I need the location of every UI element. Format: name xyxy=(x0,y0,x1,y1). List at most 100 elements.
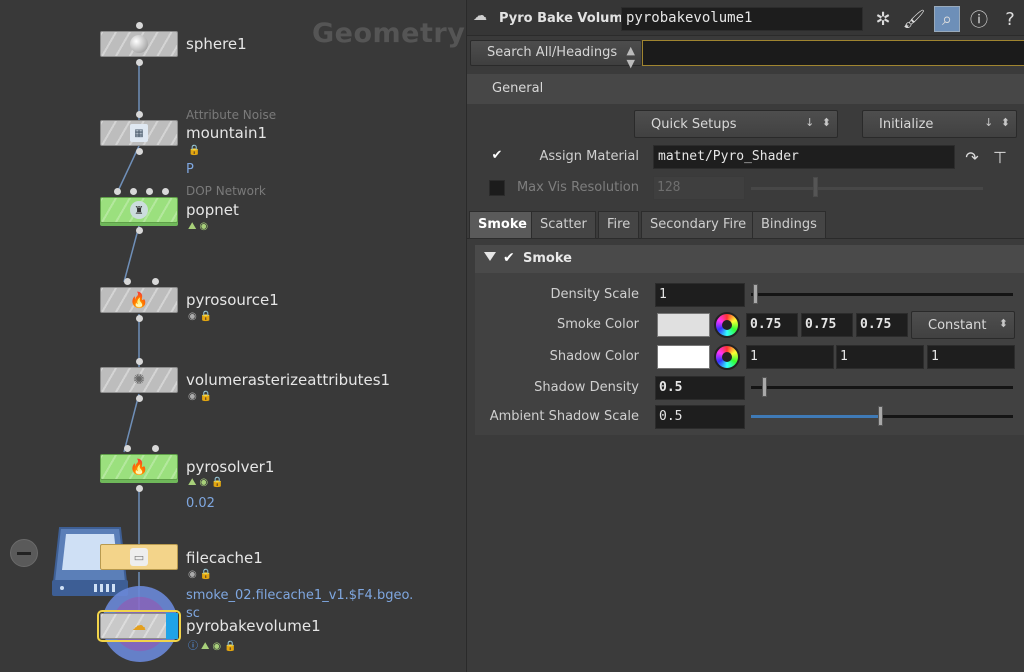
slider-handle[interactable] xyxy=(762,377,767,397)
updown-arrow-icon: ▲ ▼ xyxy=(626,44,635,70)
input-port[interactable] xyxy=(146,188,153,195)
smoke-color-r-field[interactable]: 0.75 xyxy=(746,313,798,337)
shadow-color-label: Shadow Color xyxy=(549,349,639,364)
info-icon[interactable]: ⓘ xyxy=(966,6,992,32)
display-flag[interactable] xyxy=(166,613,178,639)
parameter-header: ☁ Pyro Bake Volume pyrobakevolume1 ✲ 🖌 ⌕… xyxy=(467,0,1024,36)
smoke-enable-checkbox[interactable]: ✔ xyxy=(503,251,518,266)
density-scale-slider[interactable] xyxy=(751,293,1013,296)
network-editor[interactable]: Geometry sphere1 Attribute Noise ▦ mount… xyxy=(0,0,465,672)
gear-icon[interactable]: ✲ xyxy=(870,6,896,32)
dop-network-icon: ♜ xyxy=(130,201,148,219)
input-port[interactable] xyxy=(162,188,169,195)
output-port[interactable] xyxy=(136,395,143,402)
node-filecache1[interactable]: ▭ xyxy=(100,544,178,570)
output-port[interactable] xyxy=(136,315,143,322)
smoke-folder-header[interactable]: ✔ Smoke xyxy=(475,245,1024,273)
noise-icon: ▦ xyxy=(130,124,148,142)
jump-to-operator-icon[interactable]: ↷ xyxy=(959,144,985,170)
max-vis-resolution-label: Max Vis Resolution xyxy=(516,180,639,195)
assign-material-checkbox[interactable]: ✔ xyxy=(489,149,505,165)
shadow-color-b-field[interactable]: 1 xyxy=(927,345,1015,369)
max-vis-resolution-checkbox[interactable] xyxy=(489,180,505,196)
input-port[interactable] xyxy=(136,358,143,365)
node-type-label: Attribute Noise xyxy=(186,108,277,122)
tab-secondary-fire[interactable]: Secondary Fire xyxy=(641,211,756,239)
node-popnet[interactable]: ♜ xyxy=(100,197,178,223)
max-vis-resolution-field[interactable]: 128 xyxy=(653,176,745,200)
input-port[interactable] xyxy=(130,188,137,195)
parameter-editor: ☁ Pyro Bake Volume pyrobakevolume1 ✲ 🖌 ⌕… xyxy=(466,0,1024,672)
ambient-shadow-scale-slider-fill xyxy=(751,415,879,418)
smoke-color-label: Smoke Color xyxy=(556,317,639,332)
shadow-color-g-field[interactable]: 1 xyxy=(836,345,924,369)
node-name-field[interactable]: pyrobakevolume1 xyxy=(621,7,863,31)
ambient-shadow-scale-label: Ambient Shadow Scale xyxy=(489,409,639,424)
color-wheel-icon[interactable] xyxy=(714,344,740,370)
slider-handle[interactable] xyxy=(813,177,818,197)
assign-material-field[interactable]: matnet/Pyro_Shader xyxy=(653,145,955,169)
node-status-icons: ⓘ⛰◉🔒 xyxy=(188,641,240,652)
smoke-color-b-field[interactable]: 0.75 xyxy=(856,313,908,337)
node-mountain1[interactable]: ▦ xyxy=(100,120,178,146)
node-label: mountain1 xyxy=(186,124,268,142)
node-pyrosource1[interactable]: 🔥 xyxy=(100,287,178,313)
brush-icon[interactable]: 🖌 xyxy=(901,6,927,32)
bake-volume-icon: ☁ xyxy=(132,618,146,634)
help-icon[interactable]: ? xyxy=(997,6,1023,32)
input-port[interactable] xyxy=(136,22,143,29)
expand-triangle-icon[interactable] xyxy=(484,252,496,261)
search-mode-dropdown[interactable]: Search All/Headings ▲ ▼ xyxy=(470,40,642,70)
node-volumerasterizeattributes1[interactable]: ✺ xyxy=(100,367,178,393)
node-chooser-icon[interactable]: ⊤ xyxy=(987,144,1013,170)
node-label: filecache1 xyxy=(186,549,263,567)
tab-scatter[interactable]: Scatter xyxy=(531,211,596,239)
max-vis-resolution-slider[interactable] xyxy=(751,187,983,190)
initialize-menu[interactable]: Initialize ↓ ⬍ xyxy=(862,110,1017,138)
smoke-color-g-field[interactable]: 0.75 xyxy=(801,313,853,337)
node-status-icons: ⛰◉ xyxy=(188,221,212,232)
shadow-density-slider[interactable] xyxy=(751,386,1013,389)
shadow-color-r-field[interactable]: 1 xyxy=(746,345,834,369)
assign-material-label: Assign Material xyxy=(539,149,640,164)
slider-handle[interactable] xyxy=(753,284,758,304)
input-port[interactable] xyxy=(152,278,159,285)
input-port[interactable] xyxy=(124,278,131,285)
node-info: smoke_02.filecache1_v1.$F4.bgeo. xyxy=(186,588,414,603)
smoke-color-mode-menu[interactable]: Constant ⬍ xyxy=(911,311,1015,339)
node-pyrosolver1[interactable]: 🔥 xyxy=(100,454,178,480)
input-port[interactable] xyxy=(124,445,131,452)
output-port[interactable] xyxy=(136,148,143,155)
smoke-color-swatch[interactable] xyxy=(657,313,710,337)
quick-setups-menu[interactable]: Quick Setups ↓ ⬍ xyxy=(634,110,838,138)
node-label: pyrosource1 xyxy=(186,291,279,309)
slider-handle[interactable] xyxy=(878,406,883,426)
shadow-density-label: Shadow Density xyxy=(534,380,639,395)
node-info: P xyxy=(186,162,194,177)
tab-smoke[interactable]: Smoke xyxy=(469,211,536,239)
node-sphere1[interactable] xyxy=(100,31,178,57)
node-pyrobakevolume1[interactable]: ☁ xyxy=(97,610,181,642)
input-port[interactable] xyxy=(136,111,143,118)
input-port[interactable] xyxy=(152,445,159,452)
cache-icon: ▭ xyxy=(130,548,148,566)
density-scale-field[interactable]: 1 xyxy=(655,283,745,307)
search-mode-label: Search All/Headings xyxy=(487,45,618,60)
tab-bindings[interactable]: Bindings xyxy=(752,211,826,239)
node-status-icons: ⛰◉🔒 xyxy=(188,477,227,488)
shadow-color-swatch[interactable] xyxy=(657,345,710,369)
fire-icon: 🔥 xyxy=(129,291,149,309)
output-port[interactable] xyxy=(136,227,143,234)
input-port[interactable] xyxy=(114,188,121,195)
shadow-density-field[interactable]: 0.5 xyxy=(655,376,745,400)
collapse-button[interactable] xyxy=(10,539,38,567)
output-port[interactable] xyxy=(136,59,143,66)
tab-fire[interactable]: Fire xyxy=(598,211,640,239)
ambient-shadow-scale-field[interactable]: 0.5 xyxy=(655,405,745,429)
node-label: popnet xyxy=(186,201,239,219)
parameter-search-input[interactable] xyxy=(642,40,1024,66)
color-wheel-icon[interactable] xyxy=(714,312,740,338)
general-section-label: General xyxy=(492,81,544,96)
search-icon[interactable]: ⌕ xyxy=(934,6,960,32)
output-port[interactable] xyxy=(136,485,143,492)
